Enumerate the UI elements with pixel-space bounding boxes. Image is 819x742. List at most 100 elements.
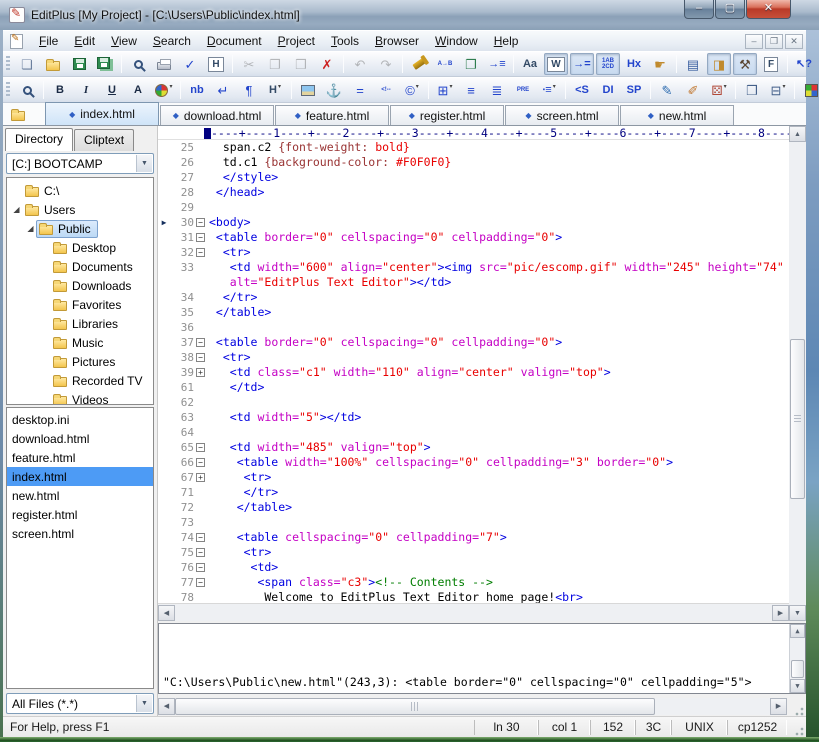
anchor-button[interactable]: ⚓ [322,79,346,101]
scroll-down-button[interactable]: ▼ [789,605,806,621]
sidebar-tab-cliptext[interactable]: Cliptext [74,129,134,151]
center-align-button[interactable]: ≡ [459,79,483,101]
chevron-down-icon[interactable]: ▼ [136,695,152,712]
view-in-browser-button[interactable] [15,79,39,101]
copy-button[interactable]: ❐ [263,53,287,75]
non-breaking-space-button[interactable]: nb [185,79,209,101]
scroll-track[interactable] [175,605,772,621]
menu-item-document[interactable]: Document [199,32,270,50]
editor-vertical-scrollbar[interactable]: ▲ ▼ [789,126,806,621]
document-properties-button[interactable]: ☛ [648,53,672,75]
fold-marker-icon[interactable]: − [194,230,207,245]
output-vertical-scrollbar[interactable]: ▲ ▼ [789,624,805,693]
span-tag-button[interactable]: SP [622,79,646,101]
resize-grip[interactable] [791,703,805,717]
new-html-page-button[interactable]: H [204,53,228,75]
find-button[interactable] [407,53,431,75]
scroll-left-button[interactable]: ◀ [158,605,175,621]
tab-screen-html[interactable]: ◆screen.html [505,105,619,125]
scroll-right-button[interactable]: ▶ [772,605,789,621]
tree-item-recorded-tv[interactable]: Recorded TV [7,371,153,390]
tree-item-music[interactable]: Music [7,333,153,352]
stylesheet-button[interactable]: ✐ [681,79,705,101]
line-numbers-button[interactable]: 1AB 2CD [596,53,620,75]
menu-item-help[interactable]: Help [486,32,527,50]
code-editor[interactable]: 25 span.c2 {font-weight: bold}26 td.c1 {… [158,140,789,603]
tree-item-pictures[interactable]: Pictures [7,352,153,371]
redo-button[interactable]: ↷ [374,53,398,75]
heading-button[interactable]: H▾ [263,79,287,101]
fold-marker-icon[interactable]: + [194,365,207,380]
tree-item-users[interactable]: ◢Users [7,200,153,219]
output-window-button[interactable]: ▤ [681,53,705,75]
mdi-minimize-button[interactable]: – [745,34,763,49]
fold-marker-icon[interactable]: − [194,215,207,230]
scroll-right-button[interactable]: ▶ [770,698,787,715]
directory-window-button[interactable]: ◨ [707,53,731,75]
print-button[interactable] [152,53,176,75]
menu-item-view[interactable]: View [103,32,145,50]
open-file-button[interactable] [41,53,65,75]
replace-button[interactable]: A→B [433,53,457,75]
file-item-screen-html[interactable]: screen.html [7,524,153,543]
menu-item-tools[interactable]: Tools [323,32,367,50]
menu-item-file[interactable]: File [31,32,66,50]
fold-marker-icon[interactable]: − [194,530,207,545]
context-help-button[interactable]: ↖? [792,53,816,75]
italic-button[interactable]: I [74,79,98,101]
tree-item-videos[interactable]: Videos [7,390,153,405]
close-button[interactable]: ✕ [746,0,791,19]
auto-indent-button[interactable]: →= [570,53,594,75]
file-item-download-html[interactable]: download.html [7,429,153,448]
fold-marker-icon[interactable]: − [194,335,207,350]
tree-item-public[interactable]: ◢Public [7,219,153,238]
file-filter-selector[interactable]: All Files (*.*) ▼ [6,693,154,714]
new-file-button[interactable]: ❏ [15,53,39,75]
table-button[interactable]: ⊞▾ [433,79,457,101]
spell-check-button[interactable]: ✓ [178,53,202,75]
scroll-up-button[interactable]: ▲ [790,624,805,638]
minimize-button[interactable]: – [684,0,714,19]
output-window[interactable]: "C:\Users\Public\new.html"(243,3): <tabl… [158,623,806,694]
edit-script-button[interactable]: ✎ [655,79,679,101]
mdi-restore-button[interactable]: ❐ [765,34,783,49]
chevron-down-icon[interactable]: ▼ [136,155,152,172]
scroll-thumb[interactable] [790,339,805,499]
maximize-button[interactable]: ▢ [715,0,745,19]
toolbar-grip[interactable] [6,82,10,98]
tree-item-c[interactable]: C:\ [7,181,153,200]
word-wrap-button[interactable]: W [544,53,568,75]
fold-marker-icon[interactable]: − [194,350,207,365]
save-all-button[interactable] [93,53,117,75]
tree-item-libraries[interactable]: Libraries [7,314,153,333]
comment-button[interactable]: <!-- [374,79,398,101]
special-character-button[interactable]: ©▾ [400,79,424,101]
tab-feature-html[interactable]: ◆feature.html [275,105,389,125]
scroll-up-button[interactable]: ▲ [789,126,806,142]
fold-marker-icon[interactable]: − [194,455,207,470]
fold-marker-icon[interactable]: + [194,470,207,485]
tree-item-desktop[interactable]: Desktop [7,238,153,257]
fold-marker-icon[interactable]: − [194,440,207,455]
menu-item-project[interactable]: Project [270,32,323,50]
find-in-files-button[interactable]: ❐ [459,53,483,75]
editor-horizontal-scrollbar[interactable]: ◀ ▶ [158,603,789,621]
layer-button[interactable]: ⊟▾ [766,79,790,101]
toolbar-grip[interactable] [6,56,10,72]
menu-item-edit[interactable]: Edit [66,32,103,50]
menu-item-search[interactable]: Search [145,32,199,50]
file-item-desktop-ini[interactable]: desktop.ini [7,410,153,429]
frame-button[interactable]: ❒ [740,79,764,101]
file-item-register-html[interactable]: register.html [7,505,153,524]
font-color-button[interactable]: ▾ [152,79,176,101]
hex-viewer-button[interactable]: Hx [622,53,646,75]
scroll-thumb[interactable] [791,660,804,678]
undo-button[interactable]: ↶ [348,53,372,75]
paragraph-button[interactable]: ¶ [237,79,261,101]
horizontal-rule-button[interactable]: = [348,79,372,101]
fold-marker-icon[interactable]: − [194,245,207,260]
print-preview-button[interactable] [126,53,150,75]
match-case-button[interactable]: Aa [518,53,542,75]
file-item-index-html[interactable]: index.html [7,467,153,486]
right-align-button[interactable]: ≣ [485,79,509,101]
